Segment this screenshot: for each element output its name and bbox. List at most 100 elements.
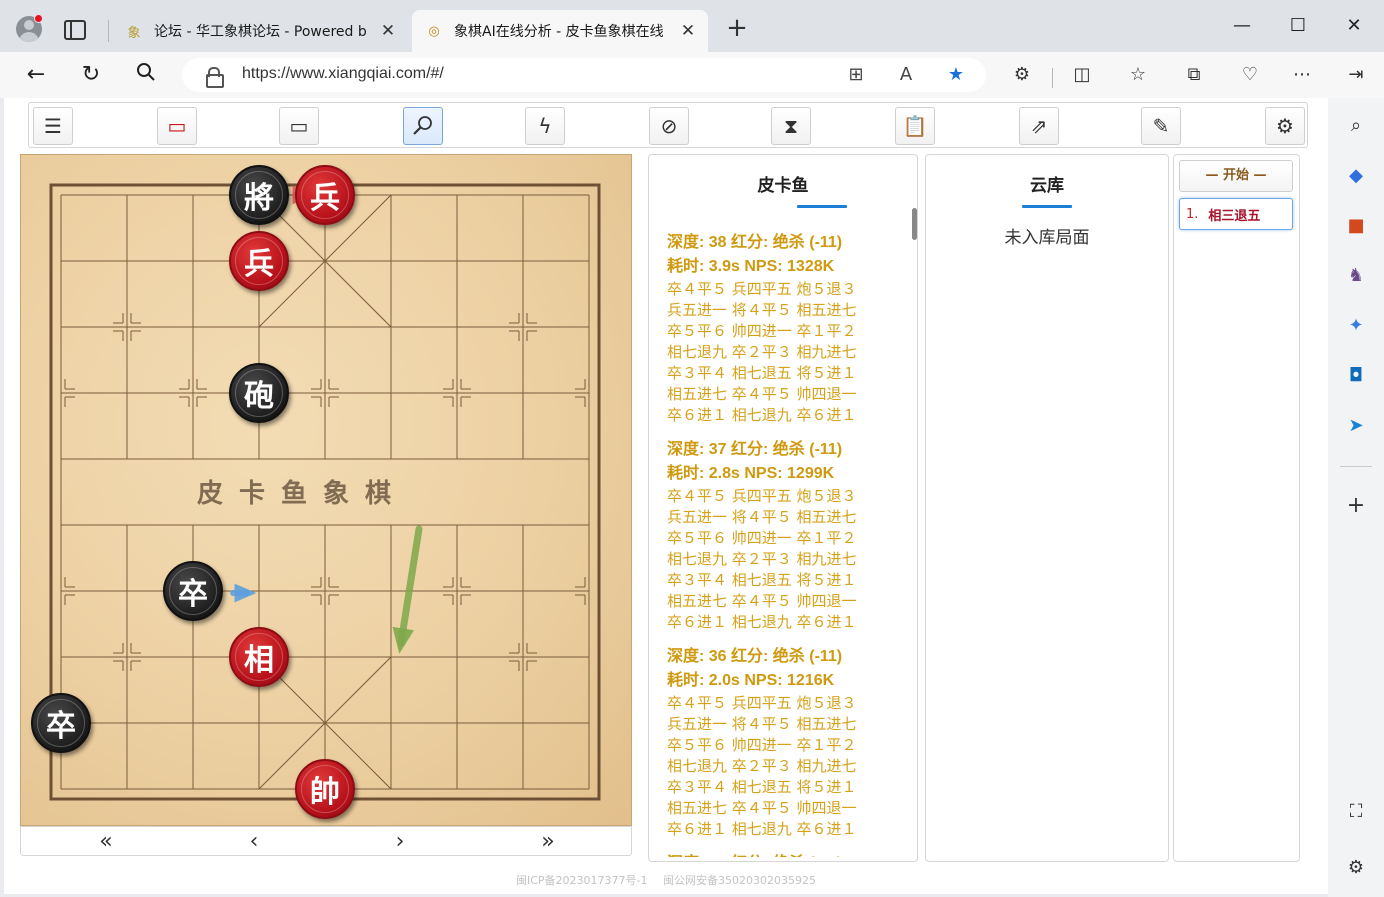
tab-actions-icon[interactable] xyxy=(64,20,86,40)
copilot-icon[interactable]: ✦ xyxy=(1344,314,1368,338)
xiangqiai-favicon-icon: ◎ xyxy=(428,23,440,39)
next-move-button[interactable]: › xyxy=(385,829,415,855)
move-number: 1. xyxy=(1186,206,1199,222)
pv-time-nps: 耗时: 3.9s NPS: 1328K xyxy=(667,258,835,275)
pv-moves-line[interactable]: 卒６进１ 相七退九 卒６进１ xyxy=(667,612,903,633)
red-piece[interactable]: 帥 xyxy=(295,759,355,819)
collections-icon[interactable]: ⧉ xyxy=(1182,63,1206,87)
pv-block: 深度: 37 红分: 绝杀 (-11) 耗时: 2.8s NPS: 1299K 卒４… xyxy=(667,438,903,633)
outlook-icon[interactable]: ◘ xyxy=(1344,364,1368,388)
pv-moves-line[interactable]: 卒３平４ 相七退五 将５进１ xyxy=(667,570,903,591)
icp-link[interactable]: 闽ICP备2023017377号-1 xyxy=(516,874,648,887)
tab-forum[interactable]: 象 论坛 - 华工象棋论坛 - Powered b ✕ xyxy=(112,10,408,52)
browser-essentials-icon[interactable]: ♡ xyxy=(1238,63,1262,87)
edit-icon[interactable]: ✎ xyxy=(1141,107,1181,145)
black-piece[interactable]: 砲 xyxy=(229,363,289,423)
tools-icon[interactable]: ■ xyxy=(1344,214,1368,238)
cloud-title[interactable]: 云库 xyxy=(926,171,1168,196)
screenshot-icon[interactable]: ⛶ xyxy=(1344,800,1368,824)
prev-move-button[interactable]: ‹ xyxy=(239,829,269,855)
pv-moves-line[interactable]: 兵五进一 将４平５ 相五进七 xyxy=(667,300,903,321)
pv-moves-line[interactable]: 卒４平５ 兵四平五 炮５退３ xyxy=(667,279,903,300)
flip-board-icon[interactable]: ⧗ xyxy=(771,107,811,145)
pv-moves-line[interactable]: 相五进七 卒４平５ 帅四退一 xyxy=(667,591,903,612)
black-piece[interactable]: 將 xyxy=(229,165,289,225)
engine-title[interactable]: 皮卡鱼 xyxy=(649,171,917,196)
send-icon[interactable]: ➤ xyxy=(1344,414,1368,438)
pv-moves-line[interactable]: 相五进七 卒４平５ 帅四退一 xyxy=(667,798,903,819)
apps-grid-icon[interactable]: ⊞ xyxy=(844,63,868,87)
notification-dot xyxy=(34,14,43,23)
monitor-icon[interactable]: ▭ xyxy=(279,107,319,145)
start-position-button[interactable]: — 开始 — xyxy=(1179,160,1293,192)
pv-moves-line[interactable]: 相七退九 卒２平３ 相九进七 xyxy=(667,342,903,363)
search-icon[interactable]: ⌕ xyxy=(1344,114,1368,138)
first-move-button[interactable]: « xyxy=(91,829,121,855)
add-icon[interactable]: + xyxy=(1344,494,1368,518)
pv-moves-line[interactable]: 相七退九 卒２平３ 相九进七 xyxy=(667,549,903,570)
xiangqi-board[interactable]: 皮卡鱼象棋 將兵兵砲卒相卒帥 xyxy=(20,154,632,826)
favorite-star-icon[interactable]: ★ xyxy=(944,63,968,87)
analyze-search-icon[interactable] xyxy=(403,107,443,145)
pv-moves-line[interactable]: 卒４平５ 兵四平五 炮５退３ xyxy=(667,693,903,714)
last-move-button[interactable]: » xyxy=(533,829,563,855)
pv-moves-line[interactable]: 卒３平４ 相七退五 将５进１ xyxy=(667,777,903,798)
close-tab-icon[interactable]: ✕ xyxy=(676,21,700,41)
back-arrow-icon[interactable]: ← xyxy=(23,62,49,88)
games-icon[interactable]: ♞ xyxy=(1344,264,1368,288)
pv-moves-line[interactable]: 兵五进一 将４平５ 相五进七 xyxy=(667,507,903,528)
clipboard-icon[interactable]: 📋 xyxy=(895,107,935,145)
share-icon[interactable]: ⇗ xyxy=(1019,107,1059,145)
tab-xiangqiai[interactable]: ◎ 象棋AI在线分析 - 皮卡鱼象棋在线 ✕ xyxy=(412,10,708,52)
lock-icon[interactable] xyxy=(206,67,224,88)
refresh-icon[interactable]: ↻ xyxy=(78,62,104,88)
police-link[interactable]: 闽公网安备35020302035925 xyxy=(663,874,816,887)
pv-moves-line[interactable]: 卒４平５ 兵四平五 炮５退３ xyxy=(667,486,903,507)
red-piece[interactable]: 相 xyxy=(229,627,289,687)
pv-moves-line[interactable]: 卒６进１ 相七退九 卒６进１ xyxy=(667,405,903,426)
engine-scrollbar[interactable] xyxy=(912,208,917,240)
pv-moves-line[interactable]: 卒６进１ 相七退九 卒６进１ xyxy=(667,819,903,840)
pv-moves-line[interactable]: 卒５平６ 帅四进一 卒１平２ xyxy=(667,735,903,756)
stop-icon[interactable]: ⊘ xyxy=(649,107,689,145)
settings-gear-icon[interactable]: ⚙ xyxy=(1344,856,1368,880)
close-tab-icon[interactable]: ✕ xyxy=(376,21,400,41)
black-piece[interactable]: 卒 xyxy=(31,693,91,753)
pv-moves-line[interactable]: 相五进七 卒４平５ 帅四退一 xyxy=(667,384,903,405)
minimize-button[interactable]: — xyxy=(1230,14,1254,38)
read-aloud-icon[interactable]: A xyxy=(894,63,918,87)
sidebar-toggle-icon[interactable]: ⇥ xyxy=(1344,63,1368,87)
pv-time-nps: 耗时: 2.0s NPS: 1216K xyxy=(667,672,835,689)
split-screen-icon[interactable]: ◫ xyxy=(1070,63,1094,87)
pv-depth-score: 深度: 35 红分: 绝杀 (-11) xyxy=(667,852,903,857)
lightning-icon[interactable]: ϟ xyxy=(525,107,565,145)
pv-time-nps: 耗时: 2.8s NPS: 1299K xyxy=(667,465,835,482)
tab-divider xyxy=(108,20,109,42)
pv-moves-line[interactable]: 兵五进一 将４平５ 相五进七 xyxy=(667,714,903,735)
engine-panel: 皮卡鱼 深度: 38 红分: 绝杀 (-11) 耗时: 3.9s NPS: 132… xyxy=(648,154,918,862)
red-monitor-icon[interactable]: ▭ xyxy=(157,107,197,145)
new-tab-button[interactable]: + xyxy=(724,15,750,42)
red-piece[interactable]: 兵 xyxy=(229,231,289,291)
maximize-button[interactable]: ☐ xyxy=(1286,14,1310,38)
edit-list-icon[interactable]: ☰ xyxy=(33,107,73,145)
address-bar[interactable]: https://www.xiangqiai.com/#/ ⊞ A ★ xyxy=(182,58,986,92)
analysis-toolbar: ☰ ▭ ▭ ϟ ⊘ ⧗ 📋 ⇗ ✎ ⚙ xyxy=(28,102,1308,148)
settings-gear-icon[interactable]: ⚙ xyxy=(1265,107,1305,145)
black-piece[interactable]: 卒 xyxy=(163,561,223,621)
extensions-icon[interactable]: ⚙ xyxy=(1010,63,1034,87)
move-item[interactable]: 1. 相三退五 xyxy=(1179,198,1293,230)
more-menu-icon[interactable]: ⋯ xyxy=(1290,63,1314,87)
board-navigation: « ‹ › » xyxy=(20,826,632,856)
search-icon[interactable] xyxy=(133,62,159,88)
pv-moves-line[interactable]: 卒５平６ 帅四进一 卒１平２ xyxy=(667,321,903,342)
close-window-button[interactable]: ✕ xyxy=(1342,14,1366,38)
browser-toolbar: ← ↻ https://www.xiangqiai.com/#/ ⊞ A ★ ⚙… xyxy=(0,52,1384,98)
url-text[interactable]: https://www.xiangqiai.com/#/ xyxy=(242,65,444,83)
favorites-icon[interactable]: ☆ xyxy=(1126,63,1150,87)
red-piece[interactable]: 兵 xyxy=(295,165,355,225)
pv-moves-line[interactable]: 卒３平４ 相七退五 将５进１ xyxy=(667,363,903,384)
shopping-tag-icon[interactable]: ◆ xyxy=(1344,164,1368,188)
pv-moves-line[interactable]: 相七退九 卒２平３ 相九进七 xyxy=(667,756,903,777)
pv-moves-line[interactable]: 卒５平６ 帅四进一 卒１平２ xyxy=(667,528,903,549)
